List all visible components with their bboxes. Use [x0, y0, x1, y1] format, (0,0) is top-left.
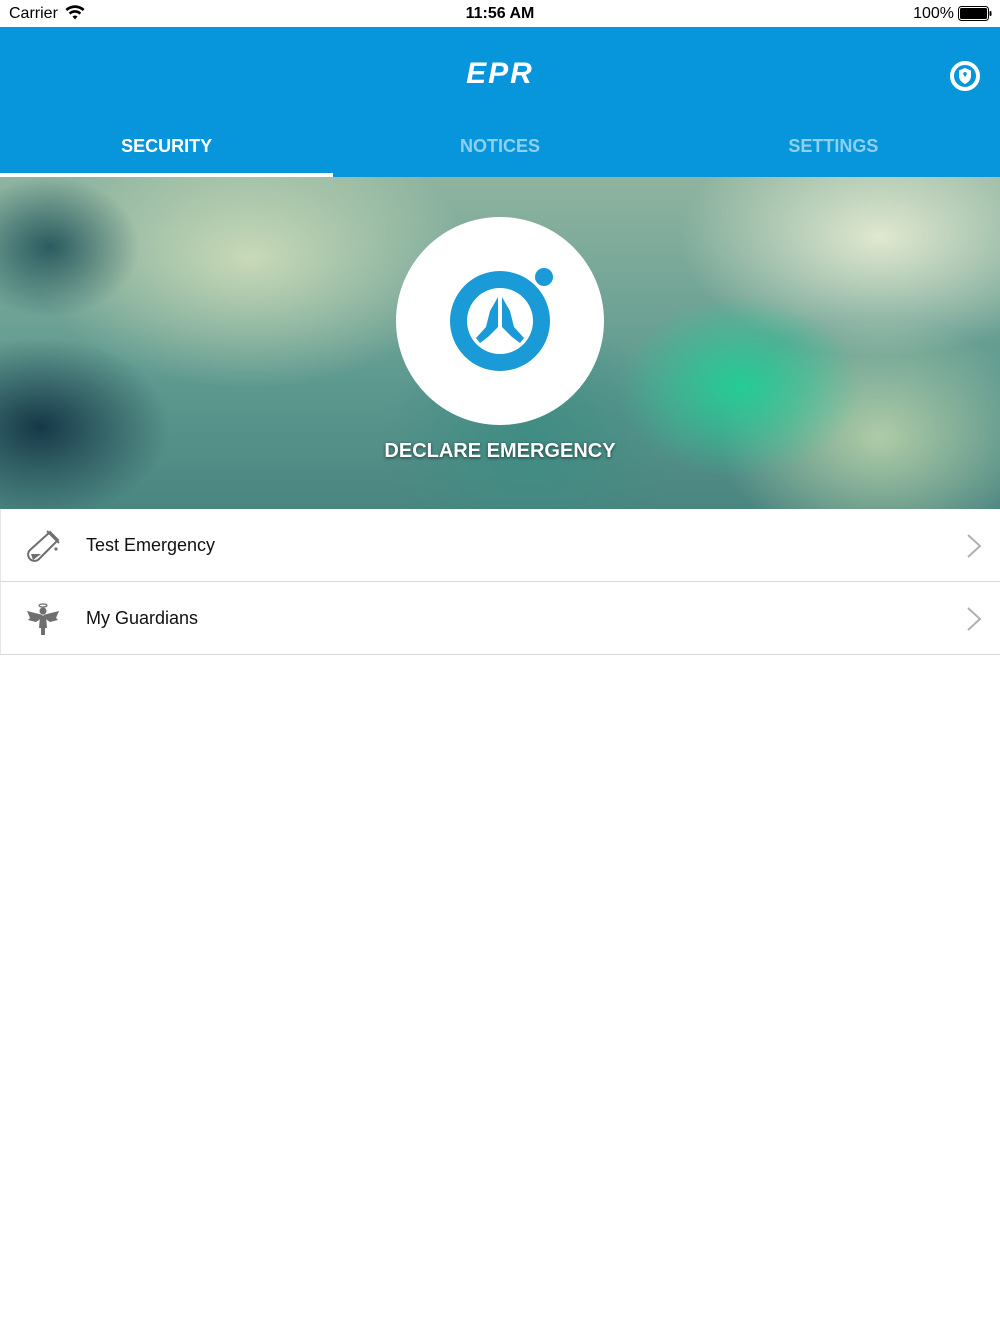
list-item-label: Test Emergency	[86, 535, 216, 555]
praying-hands-icon	[450, 265, 556, 371]
chevron-right-icon	[967, 607, 982, 631]
emergency-hero: DECLARE EMERGENCY	[0, 177, 1000, 509]
list-item-label: My Guardians	[86, 608, 199, 628]
tab-settings[interactable]: SETTINGS	[667, 111, 1000, 177]
list-item-my-guardians[interactable]: My Guardians	[0, 582, 1000, 655]
tab-bar: SECURITY NOTICES SETTINGS	[0, 111, 1000, 177]
battery-percent: 100%	[913, 5, 954, 22]
test-tube-icon	[27, 530, 60, 562]
declare-emergency-button[interactable]	[396, 217, 604, 425]
chevron-right-icon	[967, 534, 982, 558]
angel-icon	[27, 603, 59, 635]
tab-notices[interactable]: NOTICES	[333, 111, 666, 177]
battery-icon	[958, 6, 992, 21]
list-item-test-emergency[interactable]: Test Emergency	[0, 509, 1000, 582]
status-bar: Carrier 11:56 AM 100%	[0, 0, 1000, 27]
tab-security[interactable]: SECURITY	[0, 111, 334, 177]
app-header: EPR	[0, 27, 1000, 111]
app-logo: EPR	[466, 57, 534, 90]
status-time: 11:56 AM	[465, 5, 535, 22]
declare-emergency-label[interactable]: DECLARE EMERGENCY	[0, 440, 1000, 463]
security-list: Test Emergency My Guardians	[0, 509, 1000, 655]
shield-icon[interactable]	[949, 60, 981, 92]
